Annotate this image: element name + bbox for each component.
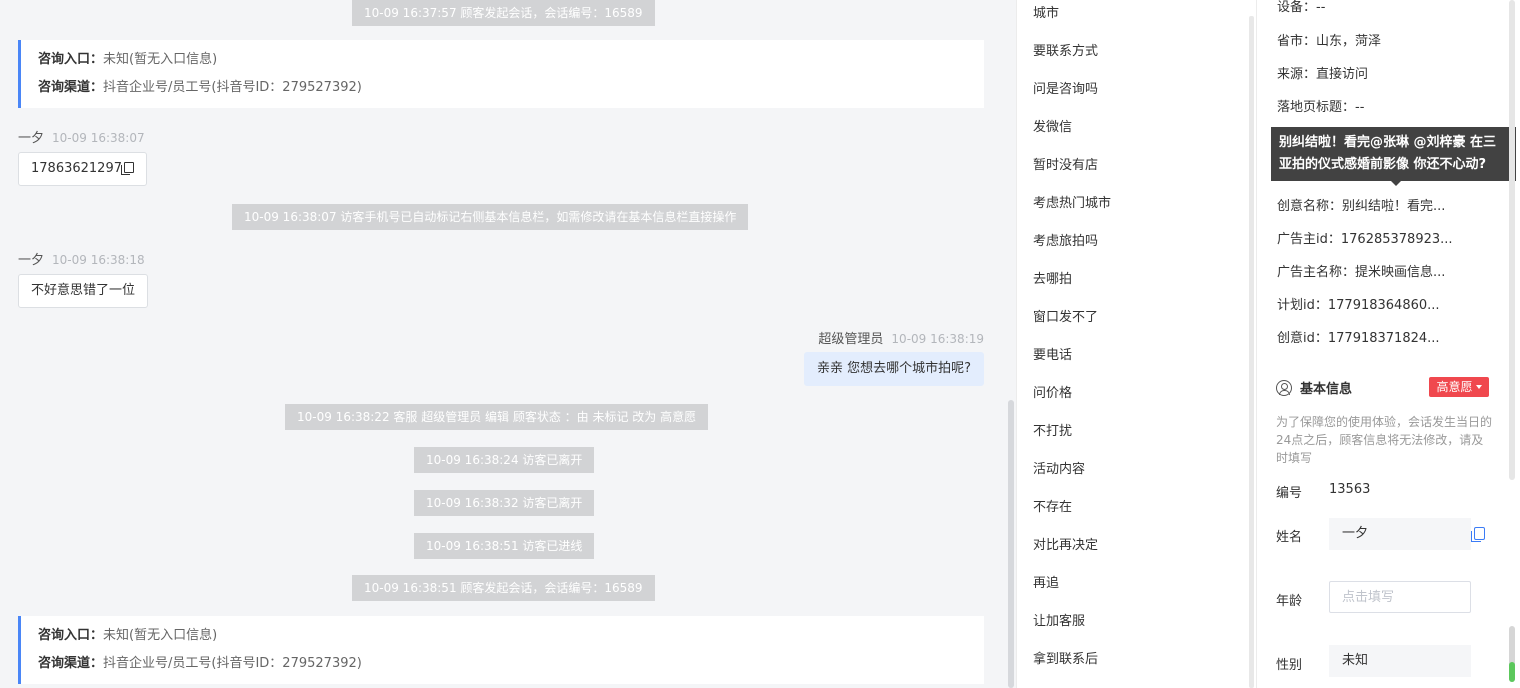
quick-tag[interactable]: 考虑旅拍吗 (1033, 230, 1098, 249)
name-field[interactable]: 一夕 (1329, 518, 1471, 550)
system-message: 10-09 16:38:24 访客已离开 (414, 447, 595, 473)
system-message: 10-09 16:38:07 访客手机号已自动标记右侧基本信息栏，如需修改请在基… (232, 204, 749, 230)
message-bubble[interactable]: 17863621297 (18, 152, 147, 186)
consult-info-card: 咨询入口：未知(暂无入口信息) 咨询渠道：抖音企业号/员工号(抖音号ID：279… (18, 616, 984, 684)
info-landing-title: 落地页标题：-- (1277, 100, 1365, 115)
consult-channel-row: 咨询渠道：抖音企业号/员工号(抖音号ID：279527392) (38, 80, 362, 95)
gender-select[interactable]: 未知 (1329, 645, 1471, 677)
quick-tag[interactable]: 对比再决定 (1033, 534, 1098, 553)
quick-tag[interactable]: 暂时没有店 (1033, 154, 1098, 173)
panel-scrollbar-track[interactable] (1509, 0, 1515, 480)
quick-reply-tags: 城市 要联系方式 问是咨询吗 发微信 暂时没有店 考虑热门城市 考虑旅拍吗 去哪… (1016, 0, 1256, 688)
info-advertiser-id[interactable]: 广告主id：176285378923... (1277, 228, 1453, 247)
quick-tag[interactable]: 不存在 (1033, 496, 1072, 515)
consult-info-card: 咨询入口：未知(暂无入口信息) 咨询渠道：抖音企业号/员工号(抖音号ID：279… (18, 40, 984, 108)
panel-scrollbar-thumb[interactable] (1509, 626, 1515, 682)
info-plan-id[interactable]: 计划id：177918364860... (1277, 294, 1440, 313)
message-sender: 一夕 10-09 16:38:18 (18, 253, 145, 268)
age-input[interactable] (1329, 581, 1471, 613)
gender-label: 性别 (1276, 658, 1303, 673)
copy-icon[interactable] (120, 162, 134, 175)
edit-notice: 为了保障您的使用体验，会话发生当日的24点之后，顾客信息将无法修改，请及时填写 (1276, 415, 1493, 465)
quick-tag[interactable]: 再追 (1033, 572, 1059, 591)
copy-icon[interactable] (1471, 527, 1485, 542)
quick-tag[interactable]: 问价格 (1033, 382, 1072, 401)
system-message: 10-09 16:38:22 客服 超级管理员 编辑 顾客状态 ：由 未标记 改… (285, 404, 709, 430)
consult-entry-row: 咨询入口：未知(暂无入口信息) (38, 628, 218, 643)
quick-tag[interactable]: 发微信 (1033, 116, 1072, 135)
age-label: 年龄 (1276, 594, 1303, 609)
system-message: 10-09 16:38:51 访客已进线 (414, 533, 595, 559)
creative-name-tooltip: 别纠结啦！看完@张琳 @刘梓豪 在三亚拍的仪式感婚前影像 你还不心动? (1271, 127, 1516, 186)
quick-tag[interactable]: 让加客服 (1033, 610, 1085, 629)
quick-tag[interactable]: 城市 (1033, 2, 1059, 21)
quick-tag[interactable]: 考虑热门城市 (1033, 192, 1111, 211)
caret-down-icon (1475, 385, 1482, 389)
info-device: 设备：-- (1277, 0, 1326, 15)
info-source: 来源：直接访问 (1277, 67, 1369, 82)
info-province-city: 省市：山东，菏泽 (1277, 34, 1382, 49)
user-icon (1276, 380, 1292, 396)
quick-tag[interactable]: 要电话 (1033, 344, 1072, 363)
quick-tag[interactable]: 问是咨询吗 (1033, 78, 1098, 97)
name-label: 姓名 (1276, 530, 1303, 545)
tags-scrollbar[interactable] (1249, 16, 1254, 688)
message-sender: 一夕 10-09 16:38:07 (18, 131, 145, 146)
info-creative-name[interactable]: 创意名称：别纠结啦！看完... (1277, 195, 1445, 214)
quick-tag[interactable]: 窗口发不了 (1033, 306, 1098, 325)
info-advertiser-name[interactable]: 广告主名称：提米映画信息... (1277, 261, 1445, 280)
system-message: 10-09 16:37:57 顾客发起会话，会话编号：16589 (352, 0, 655, 26)
message-bubble[interactable]: 不好意思错了一位 (18, 274, 149, 308)
message-sender: 超级管理员 10-09 16:38:19 (818, 332, 984, 347)
chat-scrollbar[interactable] (1008, 400, 1014, 688)
quick-tag[interactable]: 不打扰 (1033, 420, 1072, 439)
my-message-bubble[interactable]: 亲亲 您想去哪个城市拍呢? (803, 352, 984, 386)
system-message: 10-09 16:38:32 访客已离开 (414, 490, 595, 516)
quick-tag[interactable]: 去哪拍 (1033, 268, 1072, 287)
quick-tag[interactable]: 拿到联系后 (1033, 648, 1098, 667)
chat-pane: 10-09 16:37:57 顾客发起会话，会话编号：16589 咨询入口：未知… (0, 0, 1016, 688)
consult-channel-row: 咨询渠道：抖音企业号/员工号(抖音号ID：279527392) (38, 656, 362, 671)
info-creative-id[interactable]: 创意id：177918371824... (1277, 327, 1440, 346)
system-message: 10-09 16:38:51 顾客发起会话，会话编号：16589 (352, 575, 655, 601)
consult-entry-row: 咨询入口：未知(暂无入口信息) (38, 52, 218, 67)
number-value: 13563 (1329, 482, 1371, 497)
intent-status-dropdown[interactable]: 高意愿 (1429, 377, 1489, 397)
basic-info-title: 基本信息 (1276, 378, 1352, 397)
quick-tag[interactable]: 要联系方式 (1033, 40, 1098, 59)
quick-tag[interactable]: 活动内容 (1033, 458, 1085, 477)
number-label: 编号 (1276, 486, 1303, 501)
